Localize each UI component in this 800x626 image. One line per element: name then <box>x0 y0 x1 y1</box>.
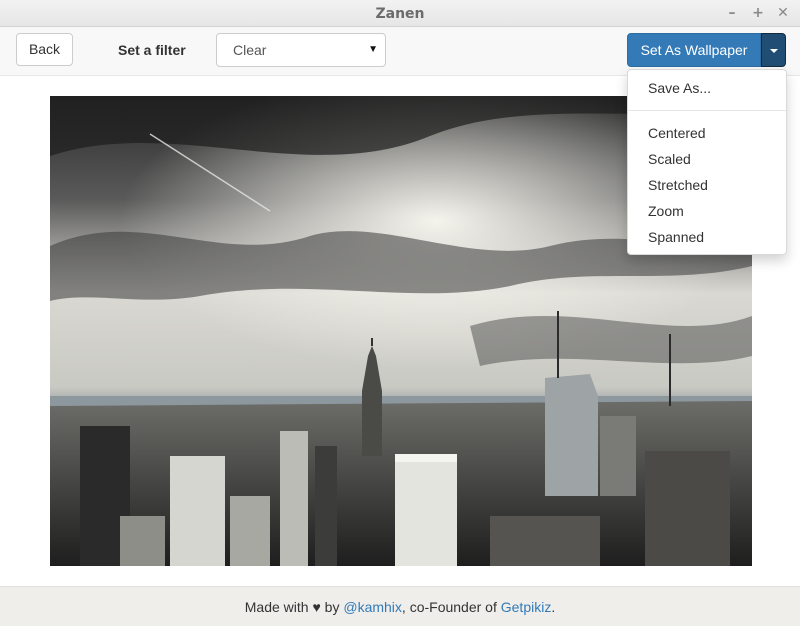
footer: Made with ♥ by @kamhix, co-Founder of Ge… <box>0 586 800 626</box>
window-title: Zanen <box>375 6 425 22</box>
heart-icon: ♥ <box>312 599 321 615</box>
set-wallpaper-button[interactable]: Set As Wallpaper <box>627 33 761 67</box>
menu-item-spanned[interactable]: Spanned <box>628 224 786 250</box>
filter-select[interactable]: Clear ▼ <box>216 33 386 67</box>
footer-period: . <box>551 599 556 615</box>
menu-item-scaled[interactable]: Scaled <box>628 146 786 172</box>
minimize-icon[interactable]: – <box>723 4 741 22</box>
menu-item-centered[interactable]: Centered <box>628 120 786 146</box>
filter-select-value: Clear <box>233 42 267 58</box>
menu-item-zoom[interactable]: Zoom <box>628 198 786 224</box>
company-link[interactable]: Getpikiz <box>501 599 552 615</box>
maximize-icon[interactable]: + <box>749 4 767 22</box>
footer-separator: , co-Founder of <box>401 599 497 615</box>
wallpaper-options-toggle[interactable] <box>761 33 786 67</box>
close-icon[interactable]: ✕ <box>774 4 792 22</box>
menu-item-stretched[interactable]: Stretched <box>628 172 786 198</box>
back-button[interactable]: Back <box>16 33 73 66</box>
author-link[interactable]: @kamhix <box>343 599 402 615</box>
filter-label: Set a filter <box>118 42 186 58</box>
menu-divider <box>628 110 786 111</box>
menu-item-save-as[interactable]: Save As... <box>628 75 786 101</box>
wallpaper-options-menu: Save As... Centered Scaled Stretched Zoo… <box>627 69 787 255</box>
title-bar: Zanen – + ✕ <box>0 0 800 27</box>
chevron-down-icon: ▼ <box>368 44 378 55</box>
caret-down-icon <box>770 49 778 53</box>
footer-made-with: Made with <box>244 599 309 615</box>
footer-by: by <box>324 599 340 615</box>
